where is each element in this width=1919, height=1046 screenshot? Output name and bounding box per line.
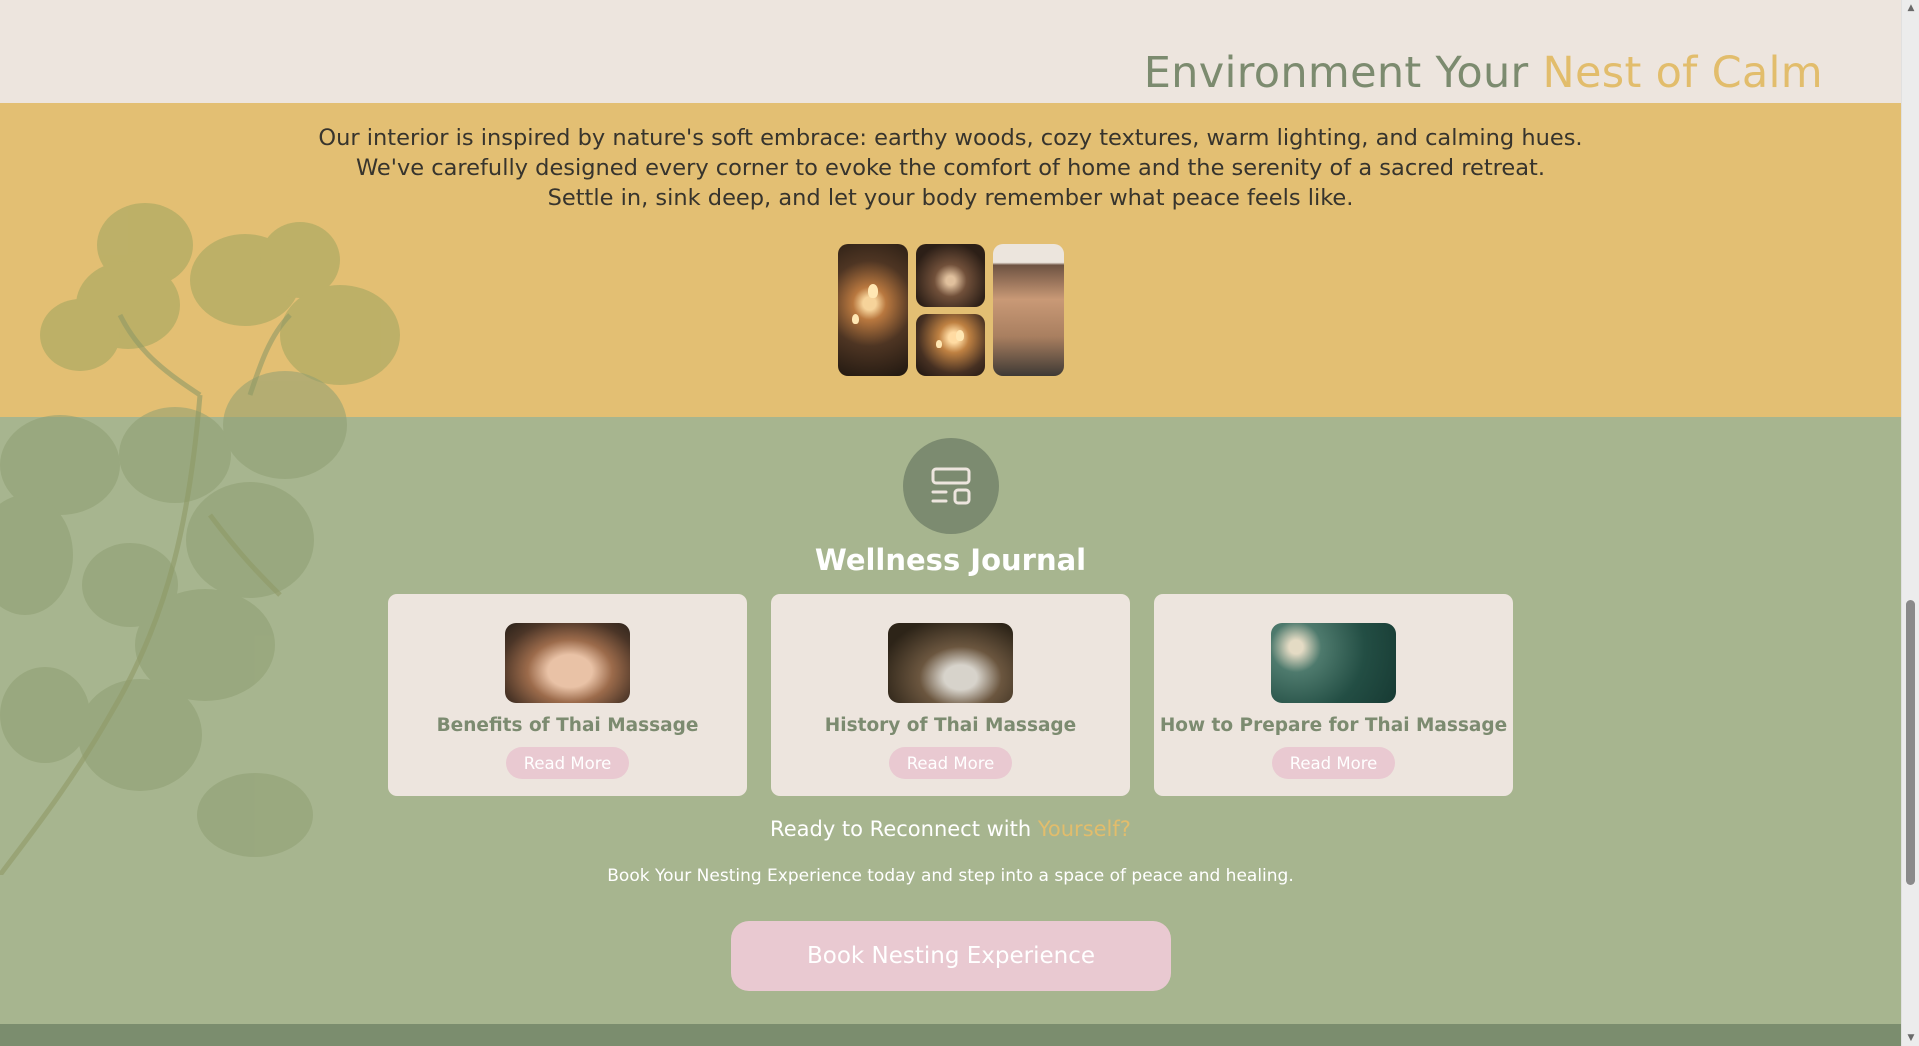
- journal-icon: [903, 438, 999, 534]
- environment-title-main: Environment Your: [1143, 48, 1543, 98]
- environment-header: Environment Your Nest of Calm: [0, 0, 1901, 103]
- massage-photo: [993, 244, 1064, 376]
- photo-collage: [838, 244, 1064, 376]
- intro-line: Our interior is inspired by nature's sof…: [318, 125, 1583, 151]
- intro-line: We've carefully designed every corner to…: [355, 155, 1546, 181]
- candles-stones-photo: [838, 244, 908, 376]
- page: Environment Your Nest of Calm Our interi…: [0, 0, 1901, 1046]
- reconnect-heading-main: Ready to Reconnect with: [770, 817, 1038, 841]
- scroll-down-icon[interactable]: ▼: [1902, 1030, 1919, 1046]
- journal-card: How to Prepare for Thai Massage Read Mor…: [1154, 594, 1513, 796]
- book-nesting-button[interactable]: Book Nesting Experience: [731, 921, 1171, 991]
- candles-photo: [916, 314, 985, 376]
- card-thumbnail: [888, 623, 1013, 703]
- card-title: How to Prepare for Thai Massage: [1159, 715, 1508, 736]
- environment-title-accent: Nest of Calm: [1542, 48, 1823, 98]
- journal-title: Wellness Journal: [814, 543, 1087, 577]
- read-more-button[interactable]: Read More: [1272, 747, 1395, 779]
- reconnect-heading-accent: Yourself?: [1037, 817, 1131, 841]
- card-thumbnail: [505, 623, 630, 703]
- intro-line: Settle in, sink deep, and let your body …: [547, 185, 1354, 211]
- environment-section: Our interior is inspired by nature's sof…: [0, 103, 1901, 417]
- scroll-up-icon[interactable]: ▲: [1902, 0, 1919, 16]
- card-thumbnail: [1271, 623, 1396, 703]
- vertical-scrollbar[interactable]: ▲ ▼: [1901, 0, 1919, 1046]
- card-title: Benefits of Thai Massage: [436, 715, 699, 736]
- journal-card: Benefits of Thai Massage Read More: [388, 594, 747, 796]
- footer-strip: [0, 1024, 1901, 1046]
- scrollbar-thumb[interactable]: [1906, 600, 1915, 885]
- read-more-button[interactable]: Read More: [506, 747, 629, 779]
- layout-icon: [931, 467, 971, 505]
- journal-cards: Benefits of Thai Massage Read More Histo…: [388, 594, 1514, 796]
- environment-intro: Our interior is inspired by nature's sof…: [0, 123, 1901, 213]
- card-title: History of Thai Massage: [824, 715, 1077, 736]
- environment-title: Environment Your Nest of Calm: [1144, 48, 1823, 98]
- read-more-button[interactable]: Read More: [889, 747, 1012, 779]
- reconnect-heading: Ready to Reconnect with Yourself?: [0, 817, 1901, 841]
- incense-bowl-photo: [916, 244, 985, 307]
- booking-subtext: Book Your Nesting Experience today and s…: [607, 866, 1294, 886]
- journal-card: History of Thai Massage Read More: [771, 594, 1130, 796]
